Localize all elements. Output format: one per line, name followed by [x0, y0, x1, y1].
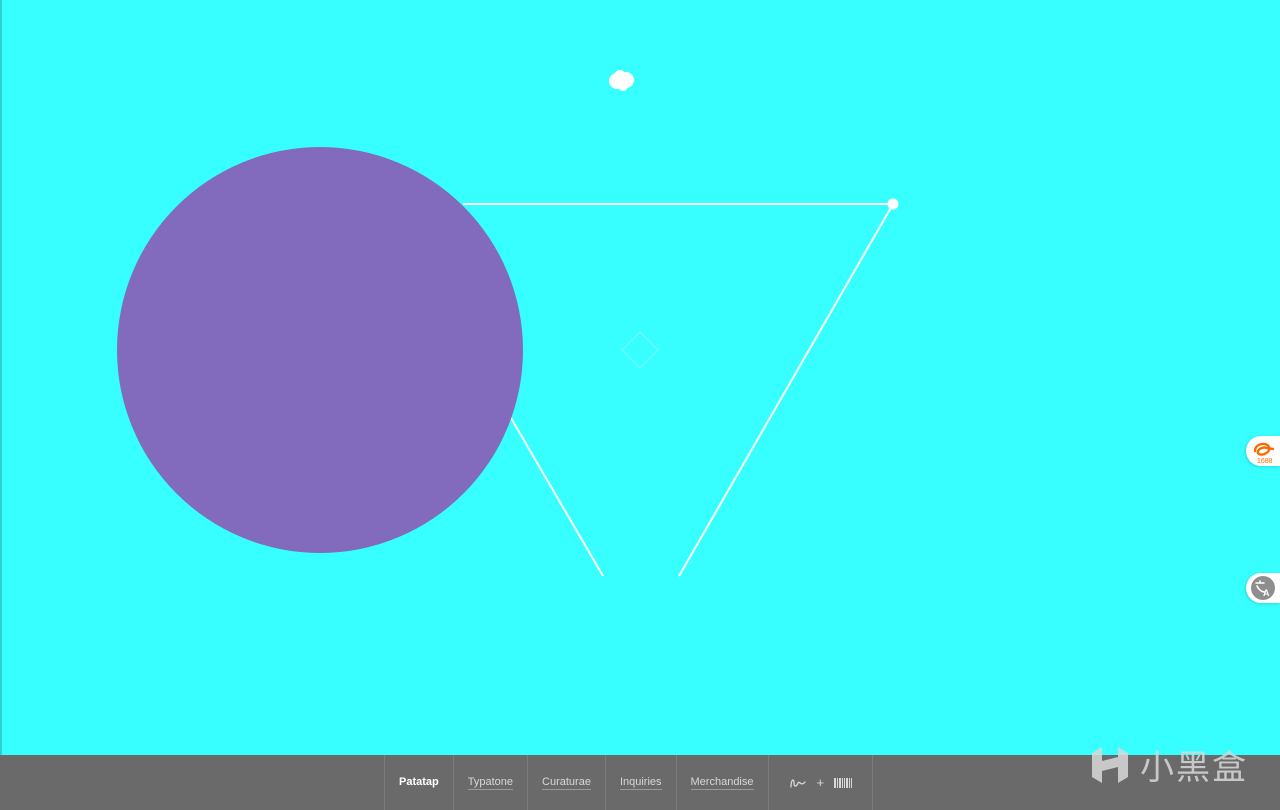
watermark-text: 小黑盒 — [1140, 748, 1248, 788]
nav-label: Typatone — [467, 775, 514, 790]
nav-tools: + — [769, 755, 874, 810]
nav-item-curaturae[interactable]: Curaturae — [528, 755, 606, 810]
triangle-left-line — [510, 417, 604, 577]
triangle-right-line — [678, 203, 894, 577]
animation-stage[interactable]: 1688 A — [0, 0, 1280, 755]
ext-1688-button[interactable]: 1688 — [1246, 436, 1280, 466]
nav-label: Merchandise — [690, 775, 754, 790]
nav-item-typatone[interactable]: Typatone — [454, 755, 529, 810]
translate-icon: A — [1251, 576, 1275, 600]
ext-1688-label: 1688 — [1257, 458, 1273, 465]
nav-item-inquiries[interactable]: Inquiries — [606, 755, 677, 810]
heybox-logo-icon — [1092, 746, 1128, 783]
faint-diamond-shape — [620, 330, 660, 370]
nav-label: Inquiries — [619, 775, 662, 790]
translate-button[interactable]: A — [1246, 573, 1280, 603]
barcode-icon[interactable] — [834, 777, 853, 788]
nav-item-patatap[interactable]: Patatap — [385, 755, 454, 810]
animation-canvas — [117, 70, 899, 577]
ext-1688-icon: 1688 — [1253, 442, 1275, 465]
purple-circle — [117, 147, 523, 553]
nav-label: Curaturae — [542, 775, 591, 790]
nav-item-merchandise[interactable]: Merchandise — [677, 755, 769, 810]
translate-label: A — [1263, 588, 1270, 598]
watermark: 小黑盒 — [1088, 740, 1248, 789]
plus-icon[interactable]: + — [817, 775, 825, 790]
site-nav: Patatap Typatone Curaturae Inquiries Mer… — [384, 755, 874, 810]
white-blob — [609, 70, 634, 91]
nav-label: Patatap — [399, 776, 439, 788]
signature-icon[interactable] — [789, 777, 807, 789]
triangle-vertex-dot — [887, 198, 899, 210]
